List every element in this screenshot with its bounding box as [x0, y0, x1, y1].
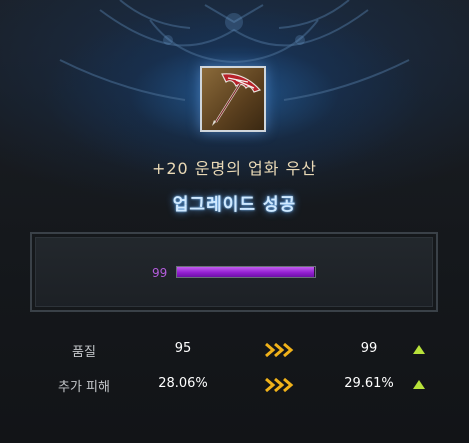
stat-before-value: 28.06%	[158, 376, 208, 391]
stat-label: 추가 피해	[58, 380, 110, 395]
stat-before-value: 95	[174, 341, 192, 356]
triple-chevron-arrow-icon	[265, 377, 294, 393]
stat-after-value: 29.61%	[344, 376, 394, 391]
item-icon-frame	[200, 66, 266, 132]
increase-up-arrow-icon	[413, 380, 425, 389]
upgrade-result-title: 업그레이드 성공	[172, 195, 297, 215]
quality-bar	[176, 266, 316, 278]
quality-bar-fill	[177, 267, 314, 277]
item-name: +20 운명의 업화 우산	[151, 159, 318, 178]
increase-up-arrow-icon	[413, 345, 425, 354]
stat-after-value: 99	[360, 341, 378, 356]
crimson-umbrella-weapon-icon	[212, 73, 262, 126]
stat-row-extra-damage: 추가 피해 28.06% 29.61%	[0, 376, 469, 398]
stat-label: 품질	[72, 345, 96, 360]
stat-row-quality: 품질 95 99	[0, 341, 469, 363]
triple-chevron-arrow-icon	[265, 342, 294, 358]
quality-bar-value: 99	[152, 266, 168, 280]
